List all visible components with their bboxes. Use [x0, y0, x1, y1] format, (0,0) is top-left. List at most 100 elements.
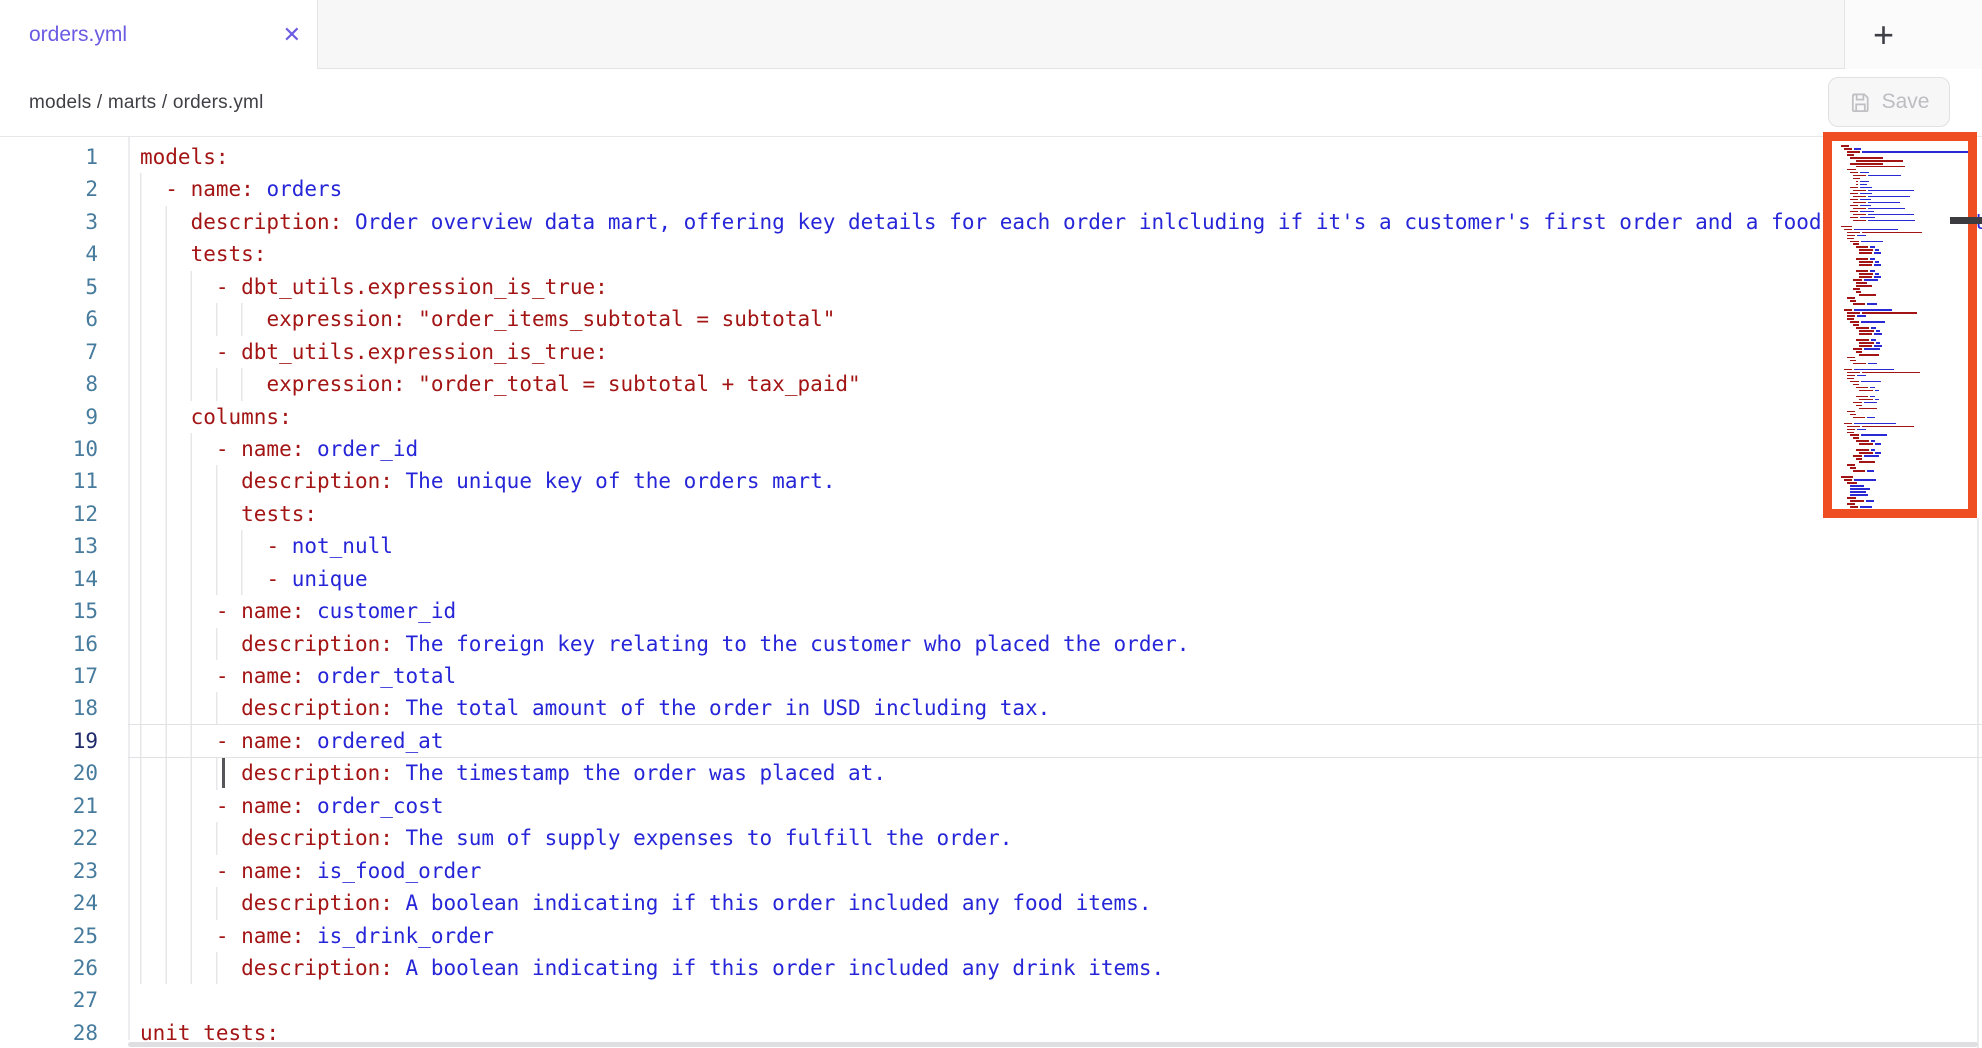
code-editor[interactable]: 1models:2 - name: orders3 description: O… — [0, 137, 1982, 1048]
code-line[interactable]: 2 - name: orders — [0, 173, 1982, 205]
minimap-row — [1841, 476, 1964, 478]
code-line[interactable]: 24 description: A boolean indicating if … — [0, 887, 1982, 919]
line-number[interactable]: 14 — [0, 563, 98, 595]
minimap-row — [1853, 324, 1964, 326]
code-text: description: Order overview data mart, o… — [140, 206, 1982, 238]
code-line[interactable]: 7 - dbt_utils.expression_is_true: — [0, 336, 1982, 368]
new-tab-button[interactable]: + — [1873, 17, 1894, 53]
line-number[interactable]: 21 — [0, 790, 98, 822]
code-line[interactable]: 13 - not_null — [0, 530, 1982, 562]
code-line[interactable]: 12 tests: — [0, 498, 1982, 530]
code-line[interactable]: 19 - name: ordered_at — [0, 725, 1982, 757]
line-number[interactable]: 19 — [0, 725, 98, 757]
code-line[interactable]: 6 expression: "order_items_subtotal = su… — [0, 303, 1982, 335]
line-number[interactable]: 1 — [0, 141, 98, 173]
minimap-row — [1850, 485, 1964, 487]
code-line[interactable]: 9 columns: — [0, 401, 1982, 433]
line-number[interactable]: 25 — [0, 920, 98, 952]
line-number[interactable]: 28 — [0, 1017, 98, 1048]
code-line[interactable]: 3 description: Order overview data mart,… — [0, 206, 1982, 238]
code-line[interactable]: 21 - name: order_cost — [0, 790, 1982, 822]
line-number[interactable]: 12 — [0, 498, 98, 530]
minimap-row — [1856, 291, 1964, 293]
line-number[interactable]: 4 — [0, 238, 98, 270]
code-line[interactable]: 16 description: The foreign key relating… — [0, 628, 1982, 660]
code-line[interactable]: 25 - name: is_drink_order — [0, 920, 1982, 952]
floppy-disk-icon — [1849, 91, 1872, 114]
line-number[interactable]: 24 — [0, 887, 98, 919]
tab-orders-yml[interactable]: orders.yml ✕ — [0, 0, 318, 69]
minimap-row — [1847, 503, 1964, 505]
minimap-row — [1853, 196, 1964, 198]
minimap[interactable] — [1823, 132, 1977, 518]
minimap-row — [1853, 288, 1964, 290]
code-line[interactable]: 26 description: A boolean indicating if … — [0, 952, 1982, 984]
line-number[interactable]: 11 — [0, 465, 98, 497]
minimap-row — [1856, 282, 1964, 284]
close-tab-icon[interactable]: ✕ — [283, 24, 301, 46]
minimap-row — [1850, 506, 1964, 508]
minimap-row — [1859, 333, 1964, 335]
code-line[interactable]: 22 description: The sum of supply expens… — [0, 822, 1982, 854]
line-number[interactable]: 18 — [0, 692, 98, 724]
minimap-row — [1847, 232, 1964, 234]
code-line[interactable]: 1models: — [0, 141, 1982, 173]
code-line[interactable]: 23 - name: is_food_order — [0, 855, 1982, 887]
code-text: description: The foreign key relating to… — [140, 628, 1189, 660]
minimap-row — [1856, 166, 1964, 168]
minimap-row — [1859, 252, 1964, 254]
minimap-row — [1859, 390, 1964, 392]
line-number[interactable]: 5 — [0, 271, 98, 303]
minimap-row — [1853, 348, 1964, 350]
code-text: - name: order_id — [140, 433, 418, 465]
minimap-row — [1841, 366, 1964, 368]
save-button[interactable]: Save — [1828, 77, 1950, 127]
code-line[interactable]: 20 description: The timestamp the order … — [0, 757, 1982, 789]
horizontal-scrollbar[interactable] — [128, 1042, 1978, 1047]
save-label: Save — [1882, 90, 1930, 114]
code-text: - name: is_drink_order — [140, 920, 494, 952]
line-number[interactable]: 23 — [0, 855, 98, 887]
line-number[interactable]: 10 — [0, 433, 98, 465]
code-line[interactable]: 10 - name: order_id — [0, 433, 1982, 465]
minimap-row — [1850, 500, 1964, 502]
line-number[interactable]: 15 — [0, 595, 98, 627]
breadcrumb: models / marts / orders.yml — [29, 92, 264, 114]
line-number[interactable]: 22 — [0, 822, 98, 854]
code-line[interactable]: 18 description: The total amount of the … — [0, 692, 1982, 724]
line-number[interactable]: 3 — [0, 206, 98, 238]
minimap-row — [1847, 429, 1964, 431]
line-number[interactable]: 16 — [0, 628, 98, 660]
code-line[interactable]: 17 - name: order_total — [0, 660, 1982, 692]
code-line[interactable]: 15 - name: customer_id — [0, 595, 1982, 627]
line-number[interactable]: 17 — [0, 660, 98, 692]
code-line[interactable]: 4 tests: — [0, 238, 1982, 270]
minimap-row — [1859, 399, 1964, 401]
line-number[interactable]: 13 — [0, 530, 98, 562]
minimap-row — [1856, 458, 1964, 460]
line-number[interactable]: 9 — [0, 401, 98, 433]
line-number[interactable]: 7 — [0, 336, 98, 368]
minimap-row — [1847, 357, 1964, 359]
line-number[interactable]: 8 — [0, 368, 98, 400]
code-line[interactable]: 11 description: The unique key of the or… — [0, 465, 1982, 497]
code-line[interactable]: 5 - dbt_utils.expression_is_true: — [0, 271, 1982, 303]
minimap-row — [1841, 446, 1964, 448]
code-line[interactable]: 8 expression: "order_total = subtotal + … — [0, 368, 1982, 400]
minimap-row — [1850, 199, 1964, 201]
code-text: - dbt_utils.expression_is_true: — [140, 336, 608, 368]
minimap-row — [1850, 300, 1964, 302]
minimap-row — [1856, 339, 1964, 341]
line-number[interactable]: 27 — [0, 984, 98, 1016]
minimap-row — [1853, 175, 1964, 177]
line-number[interactable]: 26 — [0, 952, 98, 984]
minimap-row — [1856, 285, 1964, 287]
code-text: tests: — [140, 498, 317, 530]
line-number[interactable]: 2 — [0, 173, 98, 205]
minimap-row — [1859, 330, 1964, 332]
line-number[interactable]: 6 — [0, 303, 98, 335]
line-number[interactable]: 20 — [0, 757, 98, 789]
code-line[interactable]: 14 - unique — [0, 563, 1982, 595]
minimap-row — [1850, 360, 1964, 362]
code-line[interactable]: 27 — [0, 984, 1982, 1016]
